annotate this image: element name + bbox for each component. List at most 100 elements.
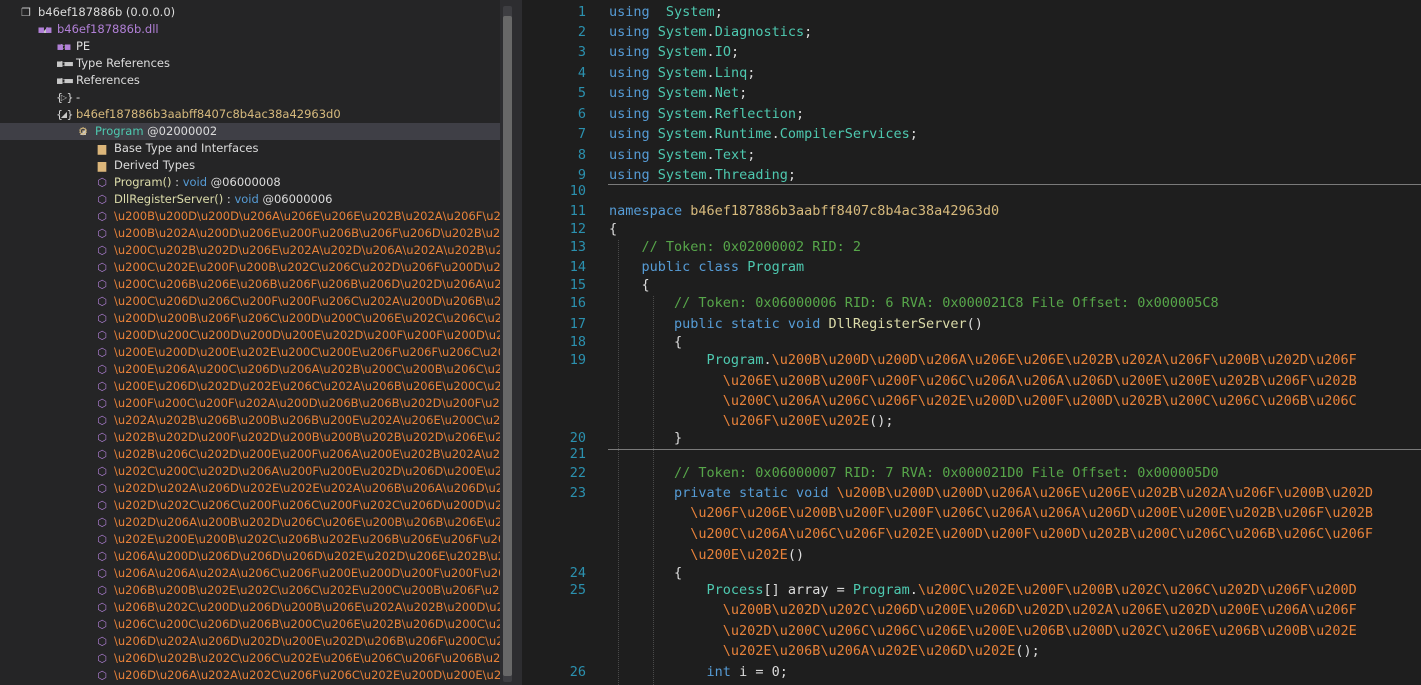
tree-node[interactable]: ▷{ } - xyxy=(0,89,500,106)
tree-node-label: - xyxy=(76,89,80,106)
tree-node-label: \u200B\u200D\u200D\u206A\u206E\u206E\u20… xyxy=(114,208,500,225)
code-line[interactable]: using System; xyxy=(609,4,723,20)
code-token: Diagnostics xyxy=(714,24,805,40)
references-icon: ▪▬ xyxy=(56,74,74,87)
tree-node[interactable]: ⬡ \u200C\u202B\u202D\u206E\u202A\u202D\u2… xyxy=(0,242,500,259)
tree-node[interactable]: ⬡ \u202D\u206A\u200B\u202D\u206C\u206E\u2… xyxy=(0,514,500,531)
code-token: { xyxy=(609,277,650,293)
code-line[interactable]: { xyxy=(609,277,650,293)
code-line[interactable]: \u202E\u206B\u206A\u202E\u206D\u202E(); xyxy=(609,643,1040,659)
code-line[interactable]: using System.Runtime.CompilerServices; xyxy=(609,126,918,142)
tree-node[interactable]: ⬡ \u200C\u206B\u206E\u206B\u206F\u206B\u2… xyxy=(0,276,500,293)
tree-node[interactable]: ▷ ▪▬ Type References xyxy=(0,55,500,72)
folder-icon: ▆ xyxy=(97,159,107,172)
code-line[interactable]: namespace b46ef187886b3aabff8407c8b4ac38… xyxy=(609,203,999,219)
code-line[interactable]: using System.IO; xyxy=(609,44,739,60)
tree-node[interactable]: ⬡ \u206B\u202C\u200D\u206D\u200B\u206E\u2… xyxy=(0,599,500,616)
tree-node-label: Type References xyxy=(76,55,170,72)
code-line[interactable]: \u206E\u200B\u200F\u200F\u206C\u206A\u20… xyxy=(609,373,1357,389)
code-line[interactable]: \u206F\u206E\u200B\u200F\u200F\u206C\u20… xyxy=(609,505,1373,521)
scrollbar-thumb[interactable] xyxy=(503,16,512,676)
node-name: \u206D\u202A\u206D\u202D\u200E\u202D\u20… xyxy=(114,634,500,648)
tree-node[interactable]: ▷ ▆ Derived Types xyxy=(0,157,500,174)
tree-node[interactable]: ▷ ▪▪ PE xyxy=(0,38,500,55)
code-line[interactable]: \u206F\u200E\u202E(); xyxy=(609,413,894,429)
tree-node[interactable]: ⬡ \u206C\u200C\u206D\u206B\u200C\u206E\u2… xyxy=(0,616,500,633)
tree-node[interactable]: ⬡ \u200B\u202A\u200D\u206E\u200F\u206B\u2… xyxy=(0,225,500,242)
code-line[interactable]: { xyxy=(609,565,682,581)
tree-node[interactable]: ⬡ \u200E\u200D\u200E\u202E\u200C\u200E\u2… xyxy=(0,344,500,361)
code-token: . xyxy=(706,85,715,101)
tree-node[interactable]: ⬡ \u200D\u200C\u200D\u200D\u200E\u202D\u2… xyxy=(0,327,500,344)
line-number: 17 xyxy=(569,316,586,332)
node-name: \u202B\u202D\u200F\u202D\u200B\u200B\u20… xyxy=(114,430,500,444)
code-line[interactable]: \u200E\u202E() xyxy=(609,547,804,563)
tree-node[interactable]: ⬡ \u202B\u206C\u202D\u200E\u200F\u206A\u2… xyxy=(0,446,500,463)
code-line[interactable]: using System.Text; xyxy=(609,147,755,163)
tree-node[interactable]: ⬡ \u200E\u206A\u200C\u206D\u206A\u202B\u2… xyxy=(0,361,500,378)
tree-node[interactable]: ⬡ \u206A\u200D\u206D\u206D\u206D\u202E\u2… xyxy=(0,548,500,565)
node-name: \u202D\u202C\u206C\u200F\u206C\u200F\u20… xyxy=(114,498,500,512)
code-token: \u200C\u206A\u206C\u206F\u202E\u200D\u20… xyxy=(722,393,1357,409)
tree-node[interactable]: ⬡ \u202C\u200C\u202D\u206A\u200F\u200E\u2… xyxy=(0,463,500,480)
code-line[interactable]: using System.Linq; xyxy=(609,65,755,81)
tree-node[interactable]: ◢ ▪▪ b46ef187886b.dll xyxy=(0,21,500,38)
code-line[interactable]: using System.Threading; xyxy=(609,167,796,183)
code-line[interactable]: // Token: 0x06000006 RID: 6 RVA: 0x00002… xyxy=(609,295,1219,311)
node-name: \u200C\u202B\u202D\u206E\u202A\u202D\u20… xyxy=(114,243,500,257)
code-line[interactable]: \u200C\u206A\u206C\u206F\u202E\u200D\u20… xyxy=(609,393,1357,409)
code-editor[interactable]: 1 using System; 2 using System.Diagnostics;… xyxy=(522,0,1421,685)
tree-node[interactable]: ⬡ \u202E\u200E\u200B\u202C\u206B\u202E\u2… xyxy=(0,531,500,548)
tree-node-label: \u200C\u206B\u206E\u206B\u206F\u206B\u20… xyxy=(114,276,500,293)
code-line[interactable]: int i = 0; xyxy=(609,664,788,680)
tree-node[interactable]: ⬡ \u200C\u202E\u200F\u200B\u202C\u206C\u2… xyxy=(0,259,500,276)
tree-node[interactable]: ◢ ⚙ Program @02000002 xyxy=(0,123,500,140)
node-suffix: @02000002 xyxy=(143,124,218,138)
code-line[interactable]: } xyxy=(609,430,682,446)
tree-node[interactable]: ⬡ \u200B\u200D\u200D\u206A\u206E\u206E\u2… xyxy=(0,208,500,225)
tree-node[interactable]: ⬡ Program() : void @06000008 xyxy=(0,174,500,191)
node-name: PE xyxy=(76,39,91,53)
tree-node[interactable]: ⬡ \u202B\u202D\u200F\u202D\u200B\u200B\u2… xyxy=(0,429,500,446)
tree-node[interactable]: ⬡ \u200C\u206D\u206C\u200F\u200F\u206C\u2… xyxy=(0,293,500,310)
node-name: b46ef187886b3aabff8407c8b4ac38a42963d0 xyxy=(76,107,341,121)
code-line[interactable]: Process[] array = Program.\u200C\u202E\u… xyxy=(609,582,1357,598)
code-line[interactable]: \u202D\u200C\u206C\u206C\u206E\u200E\u20… xyxy=(609,623,1357,639)
code-line[interactable]: { xyxy=(609,334,682,350)
code-line[interactable]: // Token: 0x06000007 RID: 7 RVA: 0x00002… xyxy=(609,465,1219,481)
tree-node[interactable]: ⬡ \u202A\u202B\u206B\u200B\u206B\u200E\u2… xyxy=(0,412,500,429)
tree-node[interactable]: ▷ ▆ Base Type and Interfaces xyxy=(0,140,500,157)
tree-node[interactable]: ⬡ \u202D\u202A\u206D\u202E\u202E\u202A\u2… xyxy=(0,480,500,497)
code-token: ; xyxy=(909,126,918,142)
code-line[interactable]: \u200C\u206A\u206C\u206F\u202E\u200D\u20… xyxy=(609,526,1373,542)
code-line[interactable]: // Token: 0x02000002 RID: 2 xyxy=(609,239,861,255)
code-line[interactable]: { xyxy=(609,221,617,237)
tree-node[interactable]: ❐ b46ef187886b (0.0.0.0) xyxy=(0,4,500,21)
tree-node[interactable]: ▷ ▪▬ References xyxy=(0,72,500,89)
tree-node[interactable]: ⬡ \u206B\u200B\u202E\u202C\u206C\u202E\u2… xyxy=(0,582,500,599)
code-token: ; xyxy=(714,4,723,20)
tree-node[interactable]: ⬡ \u200E\u206D\u202D\u202E\u206C\u202A\u2… xyxy=(0,378,500,395)
tree-node[interactable]: ⬡ \u206D\u206A\u202A\u202C\u206F\u206C\u2… xyxy=(0,667,500,684)
tree-node-label: DllRegisterServer() : void @06000006 xyxy=(114,191,333,208)
code-line[interactable]: public class Program xyxy=(609,259,805,275)
assembly-explorer-tree[interactable]: ❐ b46ef187886b (0.0.0.0) ◢ ▪▪ b46ef187886b.d… xyxy=(0,0,500,685)
tree-node[interactable]: ⬡ \u200D\u200B\u206F\u206C\u200D\u200C\u2… xyxy=(0,310,500,327)
tree-node[interactable]: ⬡ DllRegisterServer() : void @06000006 xyxy=(0,191,500,208)
code-token: Program xyxy=(706,352,764,368)
tree-node[interactable]: ⬡ \u206A\u206A\u202A\u206C\u206F\u200E\u2… xyxy=(0,565,500,582)
code-line[interactable]: private static void \u200B\u200D\u200D\u… xyxy=(609,485,1373,501)
tree-node[interactable]: ⬡ \u202D\u202C\u206C\u200F\u206C\u200F\u2… xyxy=(0,497,500,514)
code-line[interactable]: public static void DllRegisterServer() xyxy=(609,316,983,332)
code-line[interactable]: using System.Net; xyxy=(609,85,747,101)
tree-node[interactable]: ⬡ \u206D\u202B\u202C\u206C\u202E\u206E\u2… xyxy=(0,650,500,667)
code-line[interactable]: using System.Reflection; xyxy=(609,106,804,122)
tree-node[interactable]: ◢{ } b46ef187886b3aabff8407c8b4ac38a42963… xyxy=(0,106,500,123)
code-line[interactable]: Program.\u200B\u200D\u200D\u206A\u206E\u… xyxy=(609,352,1357,368)
code-line[interactable]: using System.Diagnostics; xyxy=(609,24,812,40)
tree-node[interactable]: ⬡ \u206D\u202A\u206D\u202D\u200E\u202D\u2… xyxy=(0,633,500,650)
tree-scrollbar[interactable] xyxy=(500,0,522,685)
tree-node[interactable]: ⬡ \u200F\u200C\u200F\u202A\u200D\u206B\u2… xyxy=(0,395,500,412)
code-line[interactable]: \u200B\u202D\u202C\u206D\u200E\u206D\u20… xyxy=(609,602,1357,618)
